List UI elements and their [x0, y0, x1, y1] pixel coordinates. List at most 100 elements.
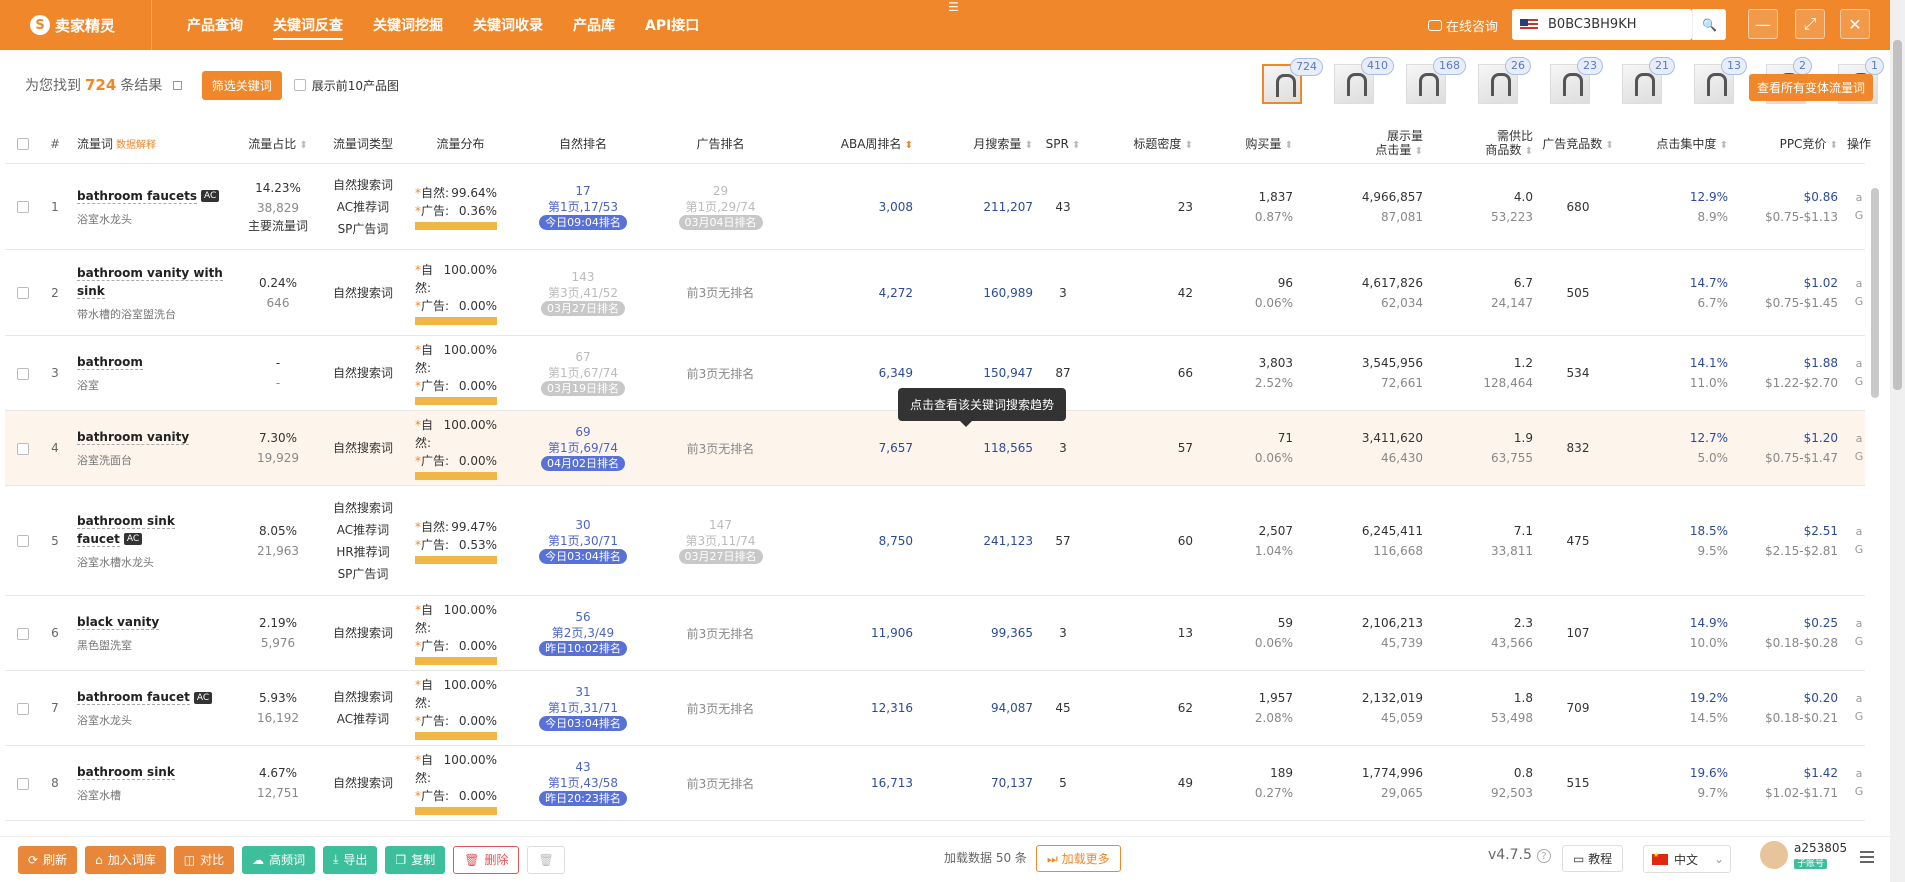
- monthly-search-volume[interactable]: 70,137: [913, 776, 1033, 790]
- natural-rank-value[interactable]: 56: [518, 610, 648, 624]
- nav-product-search[interactable]: 产品查询: [172, 0, 258, 50]
- monthly-search-volume[interactable]: 160,989: [913, 286, 1033, 300]
- keyword-link[interactable]: bathroom faucets: [77, 188, 198, 204]
- variant-thumb[interactable]: 26: [1478, 57, 1531, 104]
- monthly-search-volume[interactable]: 241,123: [913, 534, 1033, 548]
- ad-rank-value[interactable]: 29: [648, 184, 793, 198]
- header-purchases[interactable]: 购买量: [1193, 135, 1293, 152]
- row-checkbox[interactable]: [5, 366, 37, 380]
- header-share[interactable]: 流量占比: [233, 135, 323, 152]
- row-checkbox[interactable]: [5, 534, 37, 548]
- view-all-variant-keywords-button[interactable]: 查看所有变体流量词: [1749, 74, 1874, 101]
- row-checkbox[interactable]: [5, 701, 37, 715]
- export-button[interactable]: ⤓ 导出: [323, 845, 378, 874]
- compare-button[interactable]: ◫ 对比: [173, 845, 235, 874]
- data-explain-link[interactable]: 数据解释: [116, 140, 156, 151]
- table-row[interactable]: 2 bathroom vanity with sink 带水槽的浴室盥洗台 0.…: [5, 250, 1865, 336]
- table-scrollbar[interactable]: [1871, 178, 1881, 828]
- keyword-link[interactable]: bathroom: [77, 355, 143, 370]
- page-scrollbar[interactable]: [1890, 0, 1905, 882]
- monthly-search-volume[interactable]: 94,087: [913, 701, 1033, 715]
- keyword-link[interactable]: bathroom faucet: [77, 690, 190, 705]
- us-flag-icon[interactable]: [1520, 18, 1538, 31]
- variant-thumb[interactable]: 410: [1334, 57, 1394, 104]
- row-checkbox[interactable]: [5, 200, 37, 214]
- table-scrollbar-thumb[interactable]: [1871, 188, 1879, 398]
- natural-rank-value[interactable]: 67: [518, 350, 648, 364]
- header-supply-demand[interactable]: 需供比 商品数: [1423, 129, 1533, 159]
- select-all-checkbox[interactable]: [5, 137, 37, 151]
- table-row[interactable]: 6 black vanity 黑色盥洗室 2.19% 5,976 自然搜索词 自…: [5, 596, 1865, 671]
- language-select[interactable]: 中文 ⌄: [1643, 845, 1731, 873]
- table-row[interactable]: 5 bathroom sink faucet AC 浴室水槽水龙头 8.05% 2…: [5, 486, 1865, 596]
- variant-thumb[interactable]: 168: [1406, 57, 1466, 104]
- natural-rank-value[interactable]: 43: [518, 760, 648, 774]
- aba-rank[interactable]: 12,316: [793, 701, 913, 715]
- aba-rank[interactable]: 7,657: [793, 441, 913, 455]
- add-to-library-button[interactable]: ⌂ 加入词库: [85, 845, 166, 874]
- top10-checkbox[interactable]: [293, 79, 306, 91]
- nav-keyword-reverse[interactable]: 关键词反查: [258, 0, 358, 50]
- table-row[interactable]: 8 bathroom sink 浴室水槽 4.67% 12,751 自然搜索词 …: [5, 746, 1865, 821]
- ad-rank-value[interactable]: 147: [648, 518, 793, 532]
- variant-thumb[interactable]: 13: [1694, 57, 1747, 104]
- show-top10-toggle[interactable]: 展示前10产品图: [293, 77, 399, 94]
- row-checkbox[interactable]: [5, 286, 37, 300]
- header-ad-products[interactable]: 广告竞品数: [1533, 135, 1623, 152]
- aba-rank[interactable]: 8,750: [793, 534, 913, 548]
- menu-icon[interactable]: [1860, 851, 1874, 863]
- clear-button[interactable]: 🗑: [527, 845, 565, 874]
- header-aba-rank[interactable]: ABA周排名: [793, 135, 913, 152]
- aba-rank[interactable]: 11,906: [793, 626, 913, 640]
- monthly-search-volume[interactable]: 150,947: [913, 366, 1033, 380]
- aba-rank[interactable]: 4,272: [793, 286, 913, 300]
- monthly-search-volume[interactable]: 99,365: [913, 626, 1033, 640]
- nav-keyword-mining[interactable]: 关键词挖掘: [358, 0, 458, 50]
- page-scrollbar-thumb[interactable]: [1893, 40, 1902, 390]
- variant-thumb[interactable]: 21: [1622, 57, 1675, 104]
- keyword-link[interactable]: bathroom vanity: [77, 430, 190, 445]
- online-consult-link[interactable]: 在线咨询: [1428, 16, 1498, 35]
- header-click-concentration[interactable]: 点击集中度: [1623, 135, 1728, 152]
- app-logo[interactable]: S 卖家精灵: [0, 0, 152, 50]
- minimize-icon[interactable]: —: [1748, 9, 1778, 39]
- copy-button[interactable]: ❐ 复制: [385, 845, 446, 874]
- filter-keywords-button[interactable]: 筛选关键词: [201, 70, 282, 100]
- keyword-link[interactable]: black vanity: [77, 615, 160, 630]
- header-spr[interactable]: SPR: [1033, 137, 1093, 151]
- keyword-link[interactable]: bathroom sink: [77, 765, 175, 780]
- user-profile[interactable]: a253805 子账号: [1760, 841, 1847, 869]
- header-impressions[interactable]: 展示量 点击量: [1293, 129, 1423, 159]
- external-link-icon[interactable]: [172, 81, 182, 90]
- monthly-search-volume[interactable]: 118,565: [913, 441, 1033, 455]
- natural-rank-value[interactable]: 30: [518, 518, 648, 532]
- row-checkbox[interactable]: [5, 441, 37, 455]
- variant-thumb[interactable]: 23: [1550, 57, 1603, 104]
- tutorial-button[interactable]: ▭ 教程: [1562, 845, 1624, 872]
- aba-rank[interactable]: 16,713: [793, 776, 913, 790]
- monthly-search-volume[interactable]: 211,207: [913, 200, 1033, 214]
- table-row[interactable]: 1 bathroom faucets AC 浴室水龙头 14.23% 38,829…: [5, 164, 1865, 250]
- help-icon[interactable]: ?: [1537, 849, 1551, 863]
- natural-rank-value[interactable]: 69: [518, 425, 648, 439]
- row-checkbox[interactable]: [5, 776, 37, 790]
- variant-thumb[interactable]: 724: [1262, 58, 1323, 104]
- nav-api[interactable]: API接口: [630, 0, 714, 50]
- nav-product-library[interactable]: 产品库: [558, 0, 630, 50]
- table-row[interactable]: 7 bathroom faucet AC 浴室水龙头 5.93% 16,192 自…: [5, 671, 1865, 746]
- high-frequency-button[interactable]: ☁ 高频词: [242, 845, 316, 874]
- asin-search-input[interactable]: B0BC3BH9KH: [1512, 9, 1692, 40]
- natural-rank-value[interactable]: 17: [518, 184, 648, 198]
- natural-rank-value[interactable]: 143: [518, 270, 648, 284]
- load-more-button[interactable]: ⏭ 加载更多: [1036, 845, 1121, 872]
- header-ppc[interactable]: PPC竞价: [1728, 135, 1838, 152]
- aba-rank[interactable]: 3,008: [793, 200, 913, 214]
- row-checkbox[interactable]: [5, 626, 37, 640]
- refresh-button[interactable]: ⟳ 刷新: [18, 845, 78, 874]
- delete-button[interactable]: 🗑 删除: [453, 845, 520, 874]
- aba-rank[interactable]: 6,349: [793, 366, 913, 380]
- header-monthly-search[interactable]: 月搜索量: [913, 135, 1033, 152]
- drag-handle-icon[interactable]: ☰: [948, 0, 959, 14]
- nav-keyword-indexing[interactable]: 关键词收录: [458, 0, 558, 50]
- natural-rank-value[interactable]: 31: [518, 685, 648, 699]
